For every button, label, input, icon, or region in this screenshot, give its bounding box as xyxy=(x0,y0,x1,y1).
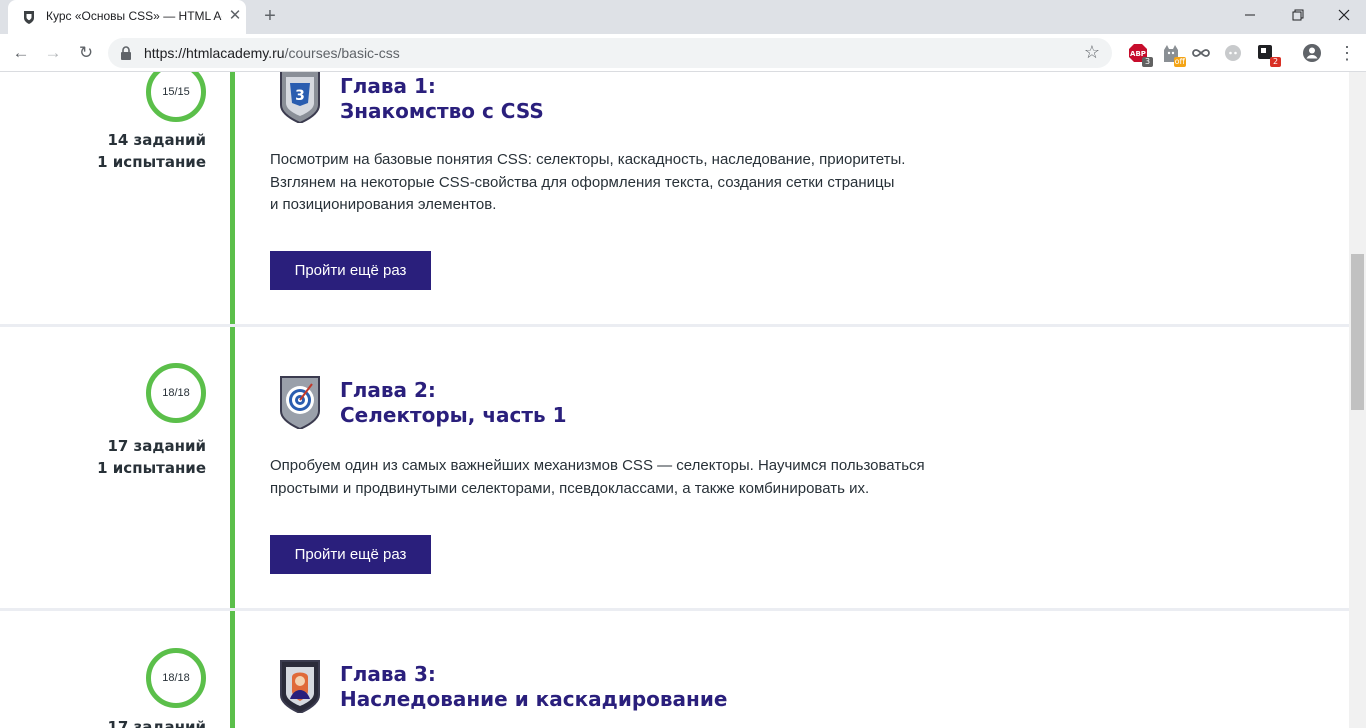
chapter-stats: 17 заданий xyxy=(40,716,206,728)
close-tab-icon[interactable]: ✕ xyxy=(227,8,243,24)
description-line: Опробуем один из самых важнейших механиз… xyxy=(270,457,925,474)
discord-icon[interactable] xyxy=(1222,42,1244,64)
page-scrollbar[interactable] xyxy=(1349,72,1366,728)
chapter-title: Глава 1: Знакомство с CSS xyxy=(340,74,544,124)
retry-chapter-button[interactable]: Пройти ещё раз xyxy=(270,535,431,574)
trials-count: 1 испытание xyxy=(97,153,206,171)
browser-toolbar: ← → ↻ https://htmlacademy.ru/courses/bas… xyxy=(0,34,1366,72)
close-window-icon[interactable] xyxy=(1334,6,1354,24)
chapter-name: Знакомство с CSS xyxy=(340,99,544,123)
svg-text:3: 3 xyxy=(295,88,305,104)
chapter-number: Глава 3: xyxy=(340,662,436,686)
notification-badge: 2 xyxy=(1270,57,1281,67)
scrollbar-thumb[interactable] xyxy=(1351,254,1364,410)
tasks-count: 17 заданий xyxy=(107,718,206,728)
trials-count: 1 испытание xyxy=(97,459,206,477)
chapter-stats: 17 заданий 1 испытание xyxy=(40,435,206,479)
chapter-divider xyxy=(0,324,1349,327)
chapter-name: Селекторы, часть 1 xyxy=(340,403,567,427)
bookmark-star-icon[interactable]: ☆ xyxy=(1082,42,1102,62)
tasks-count: 14 заданий xyxy=(107,131,206,149)
htmlacademy-favicon-icon xyxy=(24,11,34,24)
description-line: и позиционирования элементов. xyxy=(270,196,497,213)
progress-label: 15/15 xyxy=(162,86,190,98)
lock-icon xyxy=(121,46,131,60)
minimize-icon[interactable] xyxy=(1240,6,1260,24)
description-line: Взглянем на некоторые CSS-свойства для о… xyxy=(270,173,895,191)
page-viewport: 15/15 14 заданий 1 испытание 3 Глава 1: … xyxy=(0,72,1349,728)
target-shield-icon xyxy=(280,376,320,429)
chapter-progress: 18/18 xyxy=(146,648,206,708)
reload-icon[interactable]: ↻ xyxy=(75,42,97,64)
infinity-icon[interactable] xyxy=(1190,42,1212,64)
cat-extension-icon[interactable]: off xyxy=(1160,42,1186,67)
description-line: Посмотрим на базовые понятия CSS: селект… xyxy=(270,151,906,168)
css3-shield-icon: 3 xyxy=(280,72,320,123)
chapter-description: Посмотрим на базовые понятия CSS: селект… xyxy=(270,149,990,217)
retry-chapter-button[interactable]: Пройти ещё раз xyxy=(270,251,431,290)
back-arrow-icon[interactable]: ← xyxy=(10,42,32,64)
forward-arrow-icon[interactable]: → xyxy=(42,42,64,64)
url-text: https://htmlacademy.ru/courses/basic-css xyxy=(144,45,400,61)
portrait-shield-icon xyxy=(280,660,320,713)
chapter-title: Глава 2: Селекторы, часть 1 xyxy=(340,378,567,428)
description-line: простыми и продвинутыми селекторами, псе… xyxy=(270,479,870,497)
notification-extension-icon[interactable]: 2 xyxy=(1255,42,1281,67)
chapter-divider xyxy=(0,608,1349,611)
timeline-line xyxy=(230,72,235,728)
browser-tab[interactable]: Курс «Основы CSS» — HTML Ac ✕ xyxy=(8,0,246,34)
profile-avatar-icon[interactable] xyxy=(1301,42,1323,64)
chapter-name: Наследование и каскадирование xyxy=(340,687,728,711)
chapter-number: Глава 1: xyxy=(340,74,436,98)
chapter-number: Глава 2: xyxy=(340,378,436,402)
chapter-stats: 14 заданий 1 испытание xyxy=(40,129,206,173)
menu-kebab-icon[interactable]: ⋮ xyxy=(1336,42,1358,64)
cat-extension-badge: off xyxy=(1173,57,1186,67)
address-bar[interactable]: https://htmlacademy.ru/courses/basic-css… xyxy=(108,38,1112,68)
new-tab-icon[interactable]: + xyxy=(260,6,280,26)
adblock-badge: 3 xyxy=(1142,57,1153,67)
adblock-plus-icon[interactable]: ABP 3 xyxy=(1127,42,1153,67)
chapter-progress: 18/18 xyxy=(146,363,206,423)
url-host: https://htmlacademy.ru xyxy=(144,45,285,61)
chapter-progress: 15/15 xyxy=(146,72,206,122)
restore-icon[interactable] xyxy=(1287,6,1307,24)
progress-label: 18/18 xyxy=(162,672,190,684)
tasks-count: 17 заданий xyxy=(107,437,206,455)
progress-label: 18/18 xyxy=(162,387,190,399)
url-path: /courses/basic-css xyxy=(284,45,400,61)
chapter-description: Опробуем один из самых важнейших механиз… xyxy=(270,455,990,500)
tab-strip: Курс «Основы CSS» — HTML Ac ✕ + xyxy=(0,0,1366,34)
chapter-title: Глава 3: Наследование и каскадирование xyxy=(340,662,727,712)
tab-title: Курс «Основы CSS» — HTML Ac xyxy=(46,9,222,23)
